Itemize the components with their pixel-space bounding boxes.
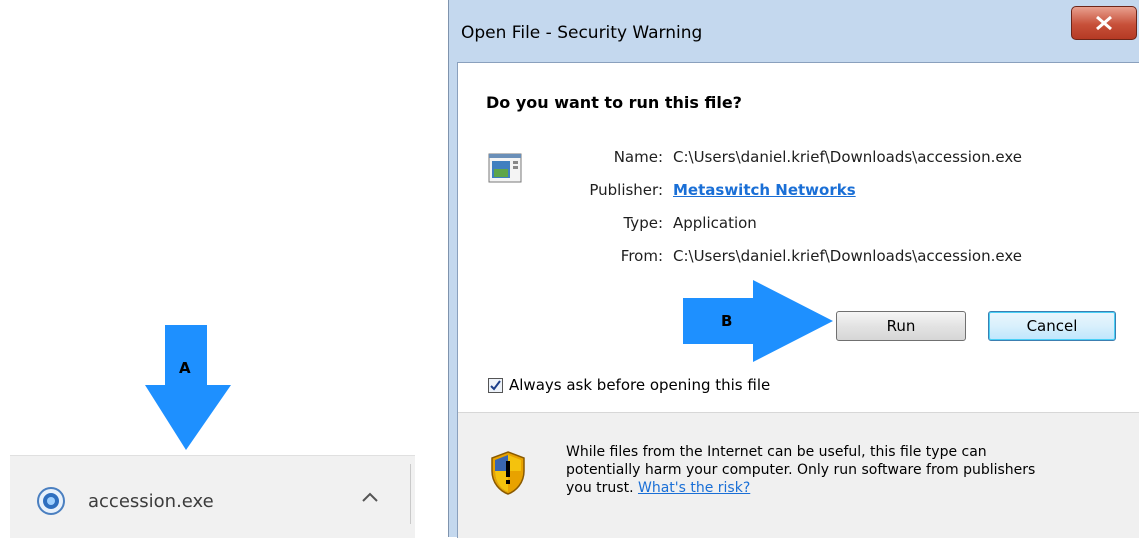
security-warning-dialog: Open File - Security Warning Do you want… [448, 0, 1139, 538]
warning-line-1: While files from the Internet can be use… [566, 444, 987, 460]
field-publisher-row: Publisher: Metaswitch Networks [458, 181, 1139, 201]
type-value: Application [673, 214, 757, 232]
warning-line-2: potentially harm your computer. Only run… [566, 462, 1036, 478]
chevron-up-icon[interactable] [358, 486, 382, 510]
close-button[interactable] [1071, 6, 1137, 40]
annotation-arrow-a: A [145, 325, 231, 455]
warning-panel: While files from the Internet can be use… [458, 413, 1139, 538]
field-from-row: From: C:\Users\daniel.krief\Downloads\ac… [458, 247, 1139, 267]
dialog-title: Open File - Security Warning [461, 23, 703, 43]
checkmark-icon [490, 379, 501, 391]
download-item[interactable]: accession.exe [36, 486, 214, 516]
installer-file-icon [36, 486, 66, 516]
dialog-question: Do you want to run this file? [486, 93, 742, 112]
warning-shield-icon [490, 451, 526, 500]
close-icon [1096, 15, 1112, 31]
type-label: Type: [623, 214, 663, 232]
download-bar-divider [410, 464, 411, 524]
cancel-button[interactable]: Cancel [988, 311, 1116, 341]
annotation-label-b: B [721, 312, 733, 330]
name-label: Name: [613, 148, 663, 166]
publisher-link[interactable]: Metaswitch Networks [673, 181, 856, 199]
download-bar: accession.exe [10, 455, 415, 538]
from-label: From: [620, 247, 663, 265]
always-ask-option[interactable]: Always ask before opening this file [488, 376, 770, 394]
warning-text: While files from the Internet can be use… [566, 443, 1106, 497]
annotation-arrow-b: B [683, 280, 833, 367]
warning-line-3-text: you trust. [566, 480, 634, 496]
name-value: C:\Users\daniel.krief\Downloads\accessio… [673, 148, 1022, 166]
field-name-row: Name: C:\Users\daniel.krief\Downloads\ac… [458, 148, 1139, 168]
annotation-label-a: A [179, 359, 191, 377]
whats-the-risk-link[interactable]: What's the risk? [638, 480, 750, 496]
dialog-titlebar[interactable]: Open File - Security Warning [449, 0, 1139, 62]
always-ask-checkbox[interactable] [488, 377, 503, 393]
download-file-name: accession.exe [88, 490, 214, 512]
warning-line-3: you trust. What's the risk? [566, 479, 1106, 497]
run-button[interactable]: Run [836, 311, 966, 341]
field-type-row: Type: Application [458, 214, 1139, 234]
always-ask-label: Always ask before opening this file [509, 376, 771, 394]
from-value: C:\Users\daniel.krief\Downloads\accessio… [673, 247, 1022, 265]
publisher-label: Publisher: [589, 181, 663, 199]
